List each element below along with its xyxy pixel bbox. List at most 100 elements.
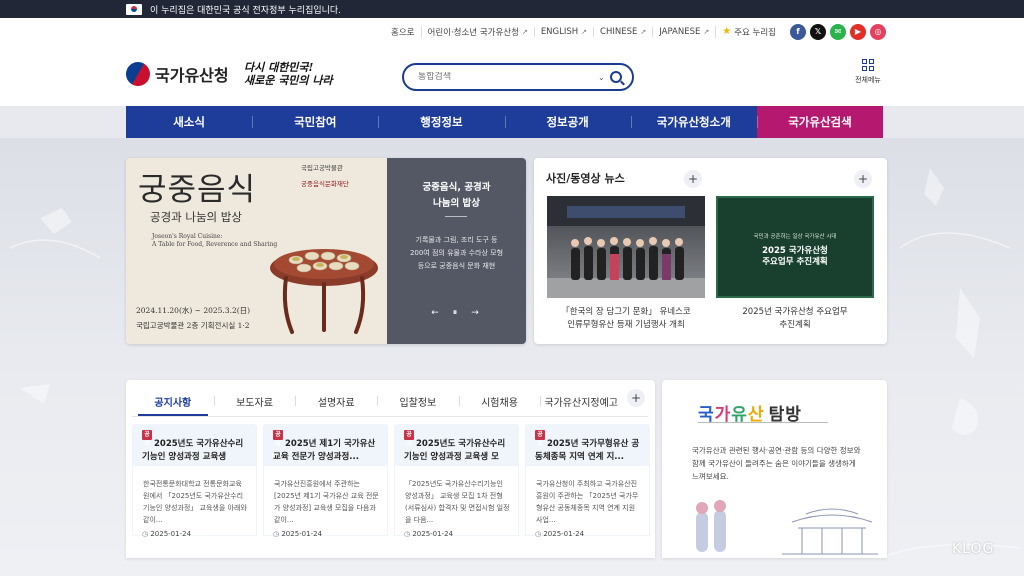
instagram-icon[interactable]: ◎ [870,23,886,40]
notice-badge: 공지 [142,430,152,448]
site-logo[interactable]: 국가유산청 [121,57,229,91]
hero-panel-title-line: 나눔의 밥상 [432,198,480,209]
hero-image: 궁중음식 공경과 나눔의 밥상 Joseon's Royal Cuisine: … [126,158,387,344]
news-card[interactable]: 국민과 공존하는 일상 국가유산 시대 2025 국가유산청 주요업무 추진계획… [716,196,874,332]
hero-description-panel: 궁중음식, 공경과 나눔의 밥상 기록물과 그림, 조리 도구 등 200여 점… [387,158,526,344]
tab-explanation[interactable]: 설명자료 [295,386,377,416]
news-caption-line: 인류무형유산 등재 기념행사 개최 [567,320,685,330]
plus-icon[interactable]: + [684,170,702,188]
news-caption-line: 2025년 국가유산청 주요업무 [742,307,848,317]
tab-press[interactable]: 보도자료 [213,386,296,416]
util-link-label: 홈으로 [391,27,415,38]
notice-badge: 공지 [535,430,545,448]
nav-item-heritage-search[interactable]: 국가유산검색 [756,106,884,138]
palace-illustration [696,500,878,555]
util-link-home[interactable]: 홈으로 [385,26,420,38]
util-link-kids[interactable]: 어린이·청소년 국가유산청 ↗ [420,25,534,38]
hero-panel-description: 기록물과 그림, 조리 도구 등 200여 점의 유물과 수라상 모형 등으로 … [399,234,514,273]
tour-description: 국가유산과 관련된 행사·공연·관람 등의 다양한 정보와 함께 국가유산이 들… [692,446,861,481]
social-links: f 𝕏 ✉ ▶ ◎ [790,23,886,40]
external-link-icon: ↗ [640,27,647,36]
thumb-big-line: 주요업무 추진계획 [762,257,828,267]
notice-card[interactable]: 공지 2025년도 국가유산수리기능인 양성과정 교육생 모 「2025년도 국가… [394,424,519,536]
hero-panel-title-line: 궁중음식, 공경과 [422,182,491,193]
news-thumbnail: 국민과 공존하는 일상 국가유산 시대 2025 국가유산청 주요업무 추진계획 [716,196,874,298]
arrow-left-icon[interactable]: ← [429,308,441,318]
notice-tabs: 공지사항 보도자료 설명자료 입찰정보 시험채용 국가유산지정예고 [132,386,622,416]
util-link-label: CHINESE [600,26,638,37]
util-link-japanese[interactable]: JAPANESE ↗ [652,26,715,37]
tab-designation[interactable]: 국가유산지정예고 [540,386,622,416]
slogan-line: 다시 대한민국! [244,61,314,74]
search-icon[interactable] [610,71,622,83]
logo-text: 국가유산청 [155,66,229,85]
museum-sub: 궁중음식문화재단 [301,180,349,188]
nav-item-disclosure[interactable]: 정보공개 [504,106,631,138]
util-link-label: 주요 누리집 [734,27,776,38]
hero-panel-desc-line: 기록물과 그림, 조리 도구 등 [415,236,498,244]
news-card[interactable]: 「한국의 장 담그기 문화」 유네스코 인류무형유산 등재 기념행사 개최 [547,196,705,332]
notice-card[interactable]: 공지 2025년도 국가유산수리기능인 양성과정 교육생 한국전통문화대학교 전통… [132,424,257,536]
hero-panel-title: 궁중음식, 공경과 나눔의 밥상 [401,180,512,212]
news-thumbnail [547,196,705,298]
pause-icon[interactable]: ⏸ [449,308,461,318]
news-caption-line: 「한국의 장 담그기 문화」 유네스코 [561,307,691,317]
korea-flag-icon [126,3,142,15]
notice-badge: 공지 [273,430,283,448]
news-heading: 사진/동영상 뉴스 [546,172,625,185]
util-link-chinese[interactable]: CHINESE ↗ [593,26,652,37]
nav-item-participation[interactable]: 국민참여 [252,106,378,138]
util-link-label: JAPANESE [659,26,701,37]
museum-name: 국립고궁박물관 [301,164,343,172]
external-link-icon: ↗ [521,27,528,36]
slogan-line: 새로운 국민의 나라 [244,74,333,87]
museum-logo: 국립고궁박물관 궁중음식문화재단 [301,164,383,188]
notice-title-text: 2025년도 국가유산수리기능인 양성과정 교육생 모 [404,439,506,462]
util-link-main-sites[interactable]: ★ 주요 누리집 [715,25,782,38]
plus-icon[interactable]: + [627,389,645,407]
kakao-story-icon[interactable]: ✉ [830,23,846,40]
nav-item-admin-info[interactable]: 행정정보 [378,106,504,138]
tab-recruitment[interactable]: 시험채용 [458,386,541,416]
royal-table-illustration [270,249,378,334]
arrow-right-icon[interactable]: → [469,308,481,318]
nav-item-news[interactable]: 새소식 [126,106,252,138]
util-link-label: ENGLISH [540,26,579,37]
hero-panel-desc-line: 등으로 궁중음식 문화 재현 [417,262,496,270]
external-link-icon: ↗ [703,27,710,36]
tab-notices[interactable]: 공지사항 [132,386,214,416]
thumb-small-text: 국민과 공존하는 일상 국가유산 시대 [753,234,837,240]
notice-title: 공지 2025년 국가무형유산 공동체종목 지역 연계 지... [525,424,650,464]
notice-title-text: 2025년 제1기 국가유산 교육 전문가 양성과정... [273,439,376,462]
facebook-icon[interactable]: f [790,23,806,40]
gov-banner: 이 누리집은 대한민국 공식 전자정부 누리집입니다. [0,0,1024,18]
youtube-icon[interactable]: ▶ [850,23,866,40]
notice-date: 2025-01-24 [535,530,584,538]
x-icon[interactable]: 𝕏 [810,23,826,40]
external-link-icon: ↗ [581,27,588,36]
hero-banner[interactable]: 궁중음식 공경과 나눔의 밥상 Joseon's Royal Cuisine: … [126,158,526,344]
government-slogan: 다시 대한민국! 새로운 국민의 나라 [244,61,333,87]
notice-title-text: 2025년도 국가유산수리기능인 양성과정 교육생 [142,439,244,462]
all-menu-button[interactable]: 전체메뉴 [852,59,884,85]
notice-card[interactable]: 공지 2025년 국가무형유산 공동체종목 지역 연계 지... 국가유산청이 주… [525,424,650,536]
notice-title: 공지 2025년도 국가유산수리기능인 양성과정 교육생 모 [394,424,519,464]
divider [445,216,467,217]
hero-title: 궁중음식 [138,172,257,208]
photo-video-news-panel: 사진/동영상 뉴스 + + 「한국의 장 담그기 문화」 유네스코 인류무형유산… [534,158,887,344]
taegeuk-logo-icon [121,57,155,91]
hero-english-title: Joseon's Royal Cuisine: A Table for Food… [152,233,278,248]
notice-card[interactable]: 공지 2025년 제1기 국가유산 교육 전문가 양성과정... 국가유산진흥원에… [263,424,388,536]
util-link-english[interactable]: ENGLISH ↗ [533,26,593,37]
heritage-tour-panel[interactable]: 국가유산 탐방 국가유산과 관련된 행사·공연·관람 등의 다양한 정보와 함께 … [662,380,887,558]
chevron-down-icon[interactable]: ⌄ [598,73,605,82]
plus-icon[interactable]: + [854,170,872,188]
nav-item-about[interactable]: 국가유산청소개 [630,106,757,138]
search-input[interactable] [418,72,598,82]
notice-body: 「2025년도 국가유산수리기능인 양성과정」 교육생 모집 1차 전형(서류심… [394,466,519,536]
notice-body: 한국전통문화대학교 전통문화교육원에서 「2025년도 국가유산수리기능인 양성… [132,466,257,536]
notice-body: 국가유산진흥원에서 주관하는 [2025년 제1기 국가유산 교육 전문가 양성… [263,466,388,536]
gov-banner-text: 이 누리집은 대한민국 공식 전자정부 누리집입니다. [150,5,342,16]
tab-bidding[interactable]: 입찰정보 [377,386,459,416]
notice-panel: 공지사항 보도자료 설명자료 입찰정보 시험채용 국가유산지정예고 + 공지 20… [126,380,655,558]
